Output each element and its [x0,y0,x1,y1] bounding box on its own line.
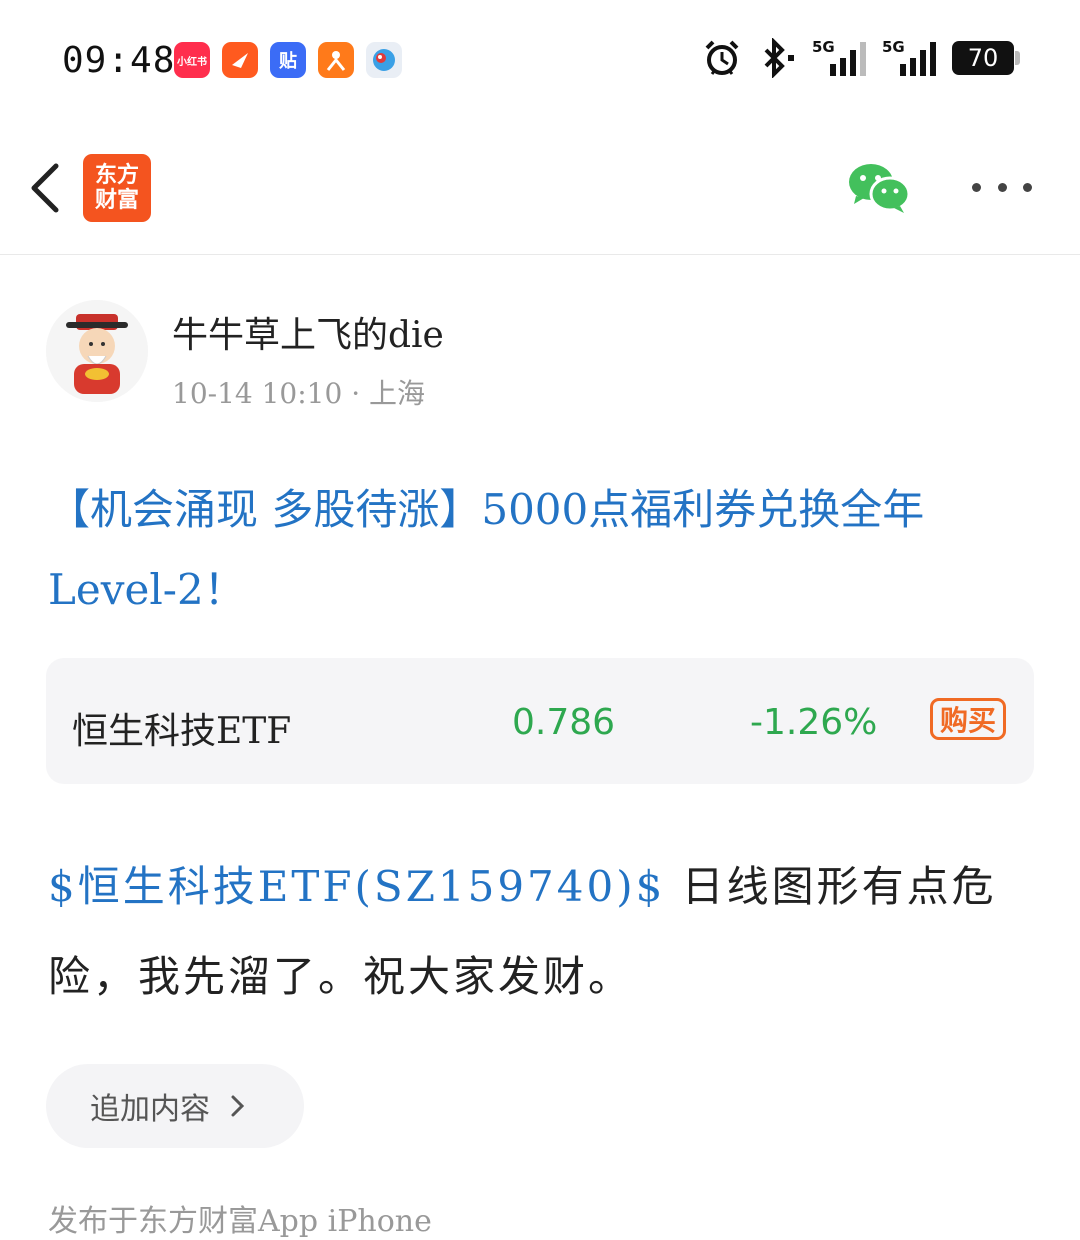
append-content-label: 追加内容 [90,1092,210,1127]
more-dot-icon [972,182,981,192]
clock: 09:48 [62,40,176,81]
eastmoney-logo[interactable]: 东方 财富 [83,154,151,222]
post-meta: 10-14 10:10 · 上海 [172,377,426,410]
wechat-share-icon[interactable] [846,160,912,216]
stock-tag-link[interactable]: $恒生科技ETF(SZ159740)$ [48,862,665,911]
more-options-button[interactable] [972,172,1032,202]
append-content-button[interactable]: 追加内容 [46,1064,304,1148]
logo-line-1: 东方 [94,163,139,188]
signal-1-label: 5G [812,38,835,56]
buy-button[interactable]: 购买 [930,698,1006,740]
mobile-signal-1: 5G [812,38,866,76]
alarm-icon [705,40,739,75]
xiaohongshu-app-icon: 小红书 [174,42,210,78]
author-avatar[interactable] [46,300,148,402]
logo-line-2: 财富 [94,188,139,213]
more-dot-icon [1023,182,1032,192]
nav-bar: 东方 财富 [0,120,1080,255]
more-dot-icon [997,182,1007,192]
stock-price: 0.786 [512,702,616,743]
author-name[interactable]: 牛牛草上飞的die [172,306,444,358]
bluetooth-icon [764,38,794,78]
tieba-app-icon: 贴 [270,42,306,78]
stock-name: 恒生科技ETF [72,711,292,752]
stock-card[interactable]: 恒生科技ETF 0.786 -1.26% 购买 [46,658,1034,784]
notification-app-icons: 小红书 贴 [174,42,402,78]
feishu-app-icon [222,42,258,78]
promo-link[interactable]: 【机会涌现 多股待涨】5000点福利券兑换全年Level-2！ [48,470,1038,630]
post-source-text: 发布于东方财富App iPhone [48,1204,432,1239]
bird-app-icon [366,42,402,78]
status-indicators: 5G 5G 70 [702,38,1020,78]
mobile-signal-2: 5G [882,38,936,76]
chevron-right-icon [231,1095,245,1117]
back-arrow-icon[interactable] [22,158,72,218]
post-content: $恒生科技ETF(SZ159740)$ 日线图形有点危险，我先溜了。祝大家发财。 [48,842,1038,1022]
dianping-app-icon [318,42,354,78]
signal-2-label: 5G [882,38,905,56]
stock-change: -1.26% [750,702,878,743]
battery-indicator: 70 [952,41,1020,75]
status-bar: 09:48 小红书 贴 5G 5G 70 [0,0,1080,120]
